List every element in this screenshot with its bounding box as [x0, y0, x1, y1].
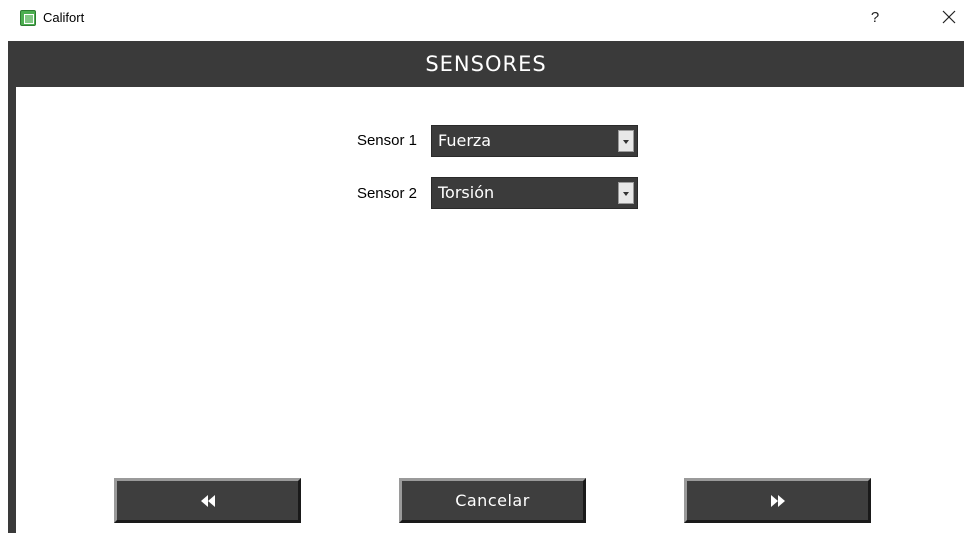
left-border: [8, 87, 16, 533]
sensor-2-select[interactable]: Torsión: [431, 177, 638, 209]
title-bar: Califort ?: [0, 0, 964, 40]
dropdown-arrow-icon[interactable]: [618, 130, 634, 152]
fast-forward-icon: [770, 494, 785, 507]
sensor-1-value: Fuerza: [438, 131, 492, 150]
help-button[interactable]: ?: [865, 8, 885, 28]
sensor-1-select[interactable]: Fuerza: [431, 125, 638, 157]
next-button[interactable]: [684, 478, 871, 523]
sensor-1-label: Sensor 1: [356, 132, 417, 149]
page-title: SENSORES: [425, 52, 547, 76]
app-icon: [20, 10, 36, 26]
rewind-icon: [200, 494, 215, 507]
close-icon: [942, 10, 956, 24]
header-band: SENSORES: [8, 41, 964, 87]
window-title: Califort: [43, 10, 85, 25]
cancel-button-label: Cancelar: [455, 491, 530, 510]
back-button[interactable]: [114, 478, 301, 523]
cancel-button[interactable]: Cancelar: [399, 478, 586, 523]
dropdown-arrow-icon[interactable]: [618, 182, 634, 204]
sensor-2-value: Torsión: [438, 183, 495, 202]
sensor-2-label: Sensor 2: [356, 185, 417, 202]
close-button[interactable]: [938, 6, 960, 28]
